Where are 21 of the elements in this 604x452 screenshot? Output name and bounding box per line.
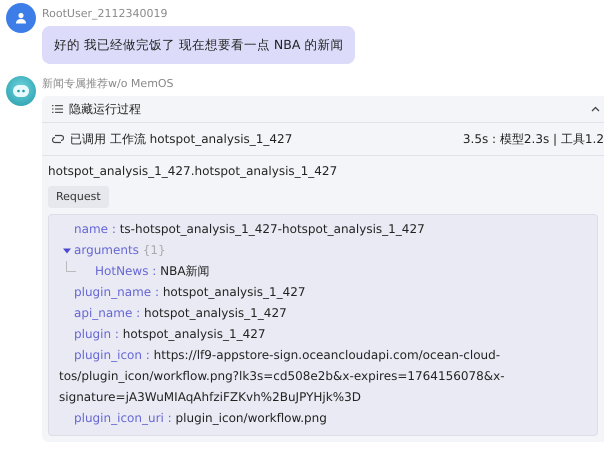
- message-bubble: 好的 我已经做完饭了 现在想要看一点 NBA 的新闻: [42, 26, 356, 64]
- chevron-icon[interactable]: [591, 106, 600, 112]
- json-field: plugin_name : hotspot_analysis_1_427: [59, 282, 587, 304]
- avatar-icon: [6, 3, 36, 33]
- call-summary: 已调用 工作流 hotspot_analysis_1_427: [70, 130, 294, 148]
- json-field: api_name : hotspot_analysis_1_427: [59, 303, 587, 324]
- json-field: HotNews : NBA新闻: [95, 264, 210, 278]
- list-icon: [52, 104, 63, 114]
- json-key: arguments: [74, 243, 139, 258]
- user-name: RootUser_2112340019: [42, 6, 168, 22]
- json-field: name : ts-hotspot_analysis_1_427-hotspot_analysis_1_427: [59, 219, 587, 240]
- workflow-icon: [52, 132, 64, 145]
- json-field: plugin : hotspot_analysis_1_427: [59, 324, 587, 346]
- request-tab[interactable]: Request: [48, 186, 109, 208]
- item-count: {1}: [142, 243, 166, 258]
- bot-avatar-icon: [6, 76, 36, 106]
- timing-text: 3.5s : 模型2.3s | 工具1.2: [462, 130, 604, 148]
- bot-name: 新闻专属推荐w/o MemOS: [42, 76, 175, 92]
- json-field: plugin_icon_uri : plugin_icon/workflow.png: [59, 408, 587, 430]
- process-toggle[interactable]: 隐藏运行过程: [69, 100, 585, 118]
- tool-title: hotspot_analysis_1_427.hotspot_analysis_1_427: [48, 162, 338, 180]
